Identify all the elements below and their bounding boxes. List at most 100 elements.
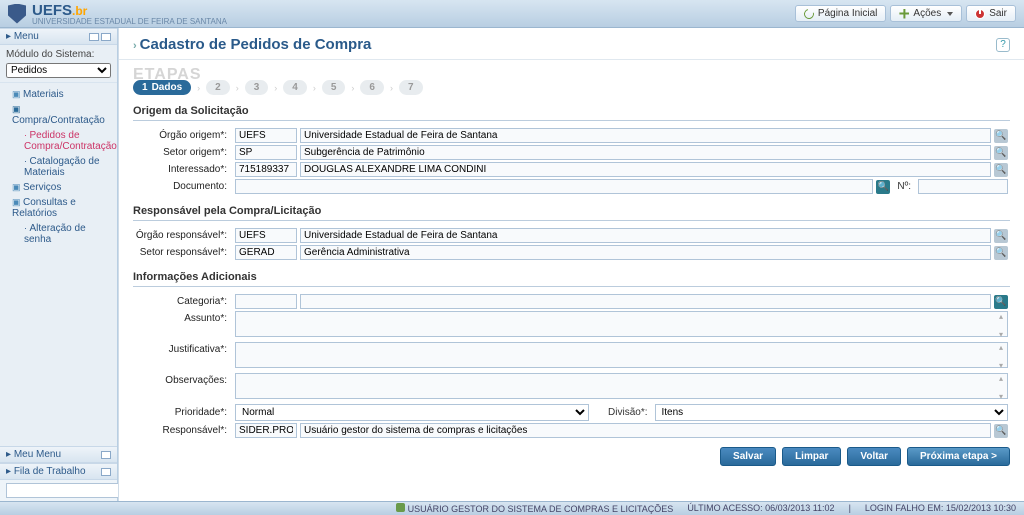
orgao-origem-desc[interactable]: [300, 128, 991, 143]
logo-text: UEFS.br: [32, 2, 87, 19]
scroll-up-icon[interactable]: ▴: [999, 343, 1008, 352]
responsavel-lookup-icon[interactable]: 🔍: [994, 424, 1008, 438]
topbar-actions: Página Inicial Ações Sair: [795, 5, 1016, 22]
categoria-lookup-icon[interactable]: 🔍: [994, 295, 1008, 309]
status-login-fail: LOGIN FALHO EM: 15/02/2013 10:30: [865, 503, 1016, 514]
responsavel-title: Responsável pela Compra/Licitação: [133, 205, 1010, 221]
orgao-origem-lookup-icon[interactable]: 🔍: [994, 129, 1008, 143]
justificativa-label: Justificativa*:: [133, 341, 233, 372]
documento-lookup-icon[interactable]: 🔍: [876, 180, 890, 194]
scroll-up-icon[interactable]: ▴: [999, 312, 1008, 321]
home-label: Página Inicial: [818, 8, 877, 19]
statusbar: USUÁRIO GESTOR DO SISTEMA DE COMPRAS E L…: [0, 501, 1024, 515]
scroll-down-icon[interactable]: ▾: [999, 361, 1008, 370]
salvar-button[interactable]: Salvar: [720, 447, 776, 466]
numero-input[interactable]: [918, 179, 1008, 194]
menu-panel-header[interactable]: ▸ Menu: [0, 28, 117, 45]
setor-origem-label: Setor origem*:: [133, 144, 233, 161]
voltar-button[interactable]: Voltar: [847, 447, 901, 466]
proxima-button[interactable]: Próxima etapa >: [907, 447, 1010, 466]
assunto-label: Assunto*:: [133, 310, 233, 341]
plus-icon: [899, 9, 909, 19]
scroll-up-icon[interactable]: ▴: [999, 374, 1008, 383]
assunto-textarea[interactable]: [235, 311, 1008, 337]
prioridade-select[interactable]: Normal: [235, 404, 589, 421]
section-info: Informações Adicionais Categoria*: 🔍 Ass…: [119, 261, 1024, 439]
step-4[interactable]: 4: [283, 80, 307, 95]
prioridade-label: Prioridade*:: [133, 403, 233, 422]
categoria-label: Categoria*:: [133, 293, 233, 310]
responsavel-label: Responsável*:: [133, 422, 233, 439]
module-select[interactable]: Pedidos: [6, 63, 111, 78]
panel-pin-icon[interactable]: [101, 33, 111, 41]
fila-tool-icon[interactable]: [101, 468, 111, 476]
logo-subtitle: UNIVERSIDADE ESTADUAL DE FEIRA DE SANTAN…: [32, 17, 227, 26]
setor-resp-desc[interactable]: [300, 245, 991, 260]
sidebar: ▸ Menu Módulo do Sistema: Pedidos Materi…: [0, 28, 118, 501]
tree-pedidos-link[interactable]: Pedidos de Compra/Contratação: [18, 128, 111, 154]
interessado-lookup-icon[interactable]: 🔍: [994, 163, 1008, 177]
help-button[interactable]: ?: [996, 38, 1010, 52]
section-responsavel: Responsável pela Compra/Licitação Órgão …: [119, 195, 1024, 261]
documento-input[interactable]: [235, 179, 873, 194]
limpar-button[interactable]: Limpar: [782, 447, 841, 466]
chevron-down-icon: [947, 12, 953, 16]
responsavel-code[interactable]: [235, 423, 297, 438]
orgao-resp-desc[interactable]: [300, 228, 991, 243]
step-3[interactable]: 3: [245, 80, 269, 95]
exit-label: Sair: [989, 8, 1007, 19]
step-1[interactable]: 1Dados: [133, 80, 191, 95]
wizard-steps: ETAPAS 1Dados › 2› 3› 4› 5› 6› 7: [119, 60, 1024, 95]
setor-origem-code[interactable]: [235, 145, 297, 160]
scroll-down-icon[interactable]: ▾: [999, 392, 1008, 401]
observacoes-textarea[interactable]: [235, 373, 1008, 399]
tree-compra[interactable]: Compra/Contratação: [6, 102, 111, 128]
page-title: ›Cadastro de Pedidos de Compra: [133, 36, 371, 53]
main-content: ›Cadastro de Pedidos de Compra ? ETAPAS …: [118, 28, 1024, 501]
step-2[interactable]: 2: [206, 80, 230, 95]
setor-resp-lookup-icon[interactable]: 🔍: [994, 246, 1008, 260]
justificativa-textarea[interactable]: [235, 342, 1008, 368]
documento-label: Documento:: [133, 178, 233, 195]
scroll-down-icon[interactable]: ▾: [999, 330, 1008, 339]
exit-button[interactable]: Sair: [966, 5, 1016, 22]
actions-label: Ações: [913, 8, 941, 19]
tree-consultas[interactable]: Consultas e Relatórios: [6, 195, 111, 221]
fila-label: Fila de Trabalho: [14, 466, 86, 477]
fila-header[interactable]: ▸ Fila de Trabalho: [0, 463, 117, 480]
meu-menu-header[interactable]: ▸ Meu Menu: [0, 446, 117, 463]
tree-catalog-link[interactable]: Catalogação de Materiais: [18, 154, 111, 180]
home-button[interactable]: Página Inicial: [795, 5, 886, 22]
topbar: UEFS.br UNIVERSIDADE ESTADUAL DE FEIRA D…: [0, 0, 1024, 28]
page-title-bar: ›Cadastro de Pedidos de Compra ?: [119, 28, 1024, 60]
setor-origem-desc[interactable]: [300, 145, 991, 160]
orgao-origem-code[interactable]: [235, 128, 297, 143]
divisao-select[interactable]: Itens: [655, 404, 1009, 421]
logo-shield-icon: [8, 4, 26, 24]
responsavel-desc[interactable]: [300, 423, 991, 438]
orgao-resp-code[interactable]: [235, 228, 297, 243]
interessado-desc[interactable]: [300, 162, 991, 177]
tree-materiais[interactable]: Materiais: [6, 87, 111, 102]
action-buttons: Salvar Limpar Voltar Próxima etapa >: [119, 439, 1024, 474]
divisao-label: Divisão*:: [592, 407, 652, 418]
categoria-desc[interactable]: [300, 294, 991, 309]
step-6[interactable]: 6: [360, 80, 384, 95]
step-5[interactable]: 5: [322, 80, 346, 95]
power-icon: [975, 9, 985, 19]
module-label: Módulo do Sistema:: [6, 49, 111, 60]
orgao-resp-label: Órgão responsável*:: [133, 227, 233, 244]
meu-menu-tool-icon[interactable]: [101, 451, 111, 459]
categoria-code[interactable]: [235, 294, 297, 309]
actions-button[interactable]: Ações: [890, 5, 962, 22]
interessado-code[interactable]: [235, 162, 297, 177]
sidebar-search: 🔍: [0, 480, 117, 501]
step-7[interactable]: 7: [399, 80, 423, 95]
tree-servicos[interactable]: Serviços: [6, 180, 111, 195]
orgao-resp-lookup-icon[interactable]: 🔍: [994, 229, 1008, 243]
tree-alteracao-link[interactable]: Alteração de senha: [18, 221, 111, 247]
setor-resp-code[interactable]: [235, 245, 297, 260]
logo: UEFS.br UNIVERSIDADE ESTADUAL DE FEIRA D…: [8, 2, 227, 26]
setor-origem-lookup-icon[interactable]: 🔍: [994, 146, 1008, 160]
panel-collapse-icon[interactable]: [89, 33, 99, 41]
